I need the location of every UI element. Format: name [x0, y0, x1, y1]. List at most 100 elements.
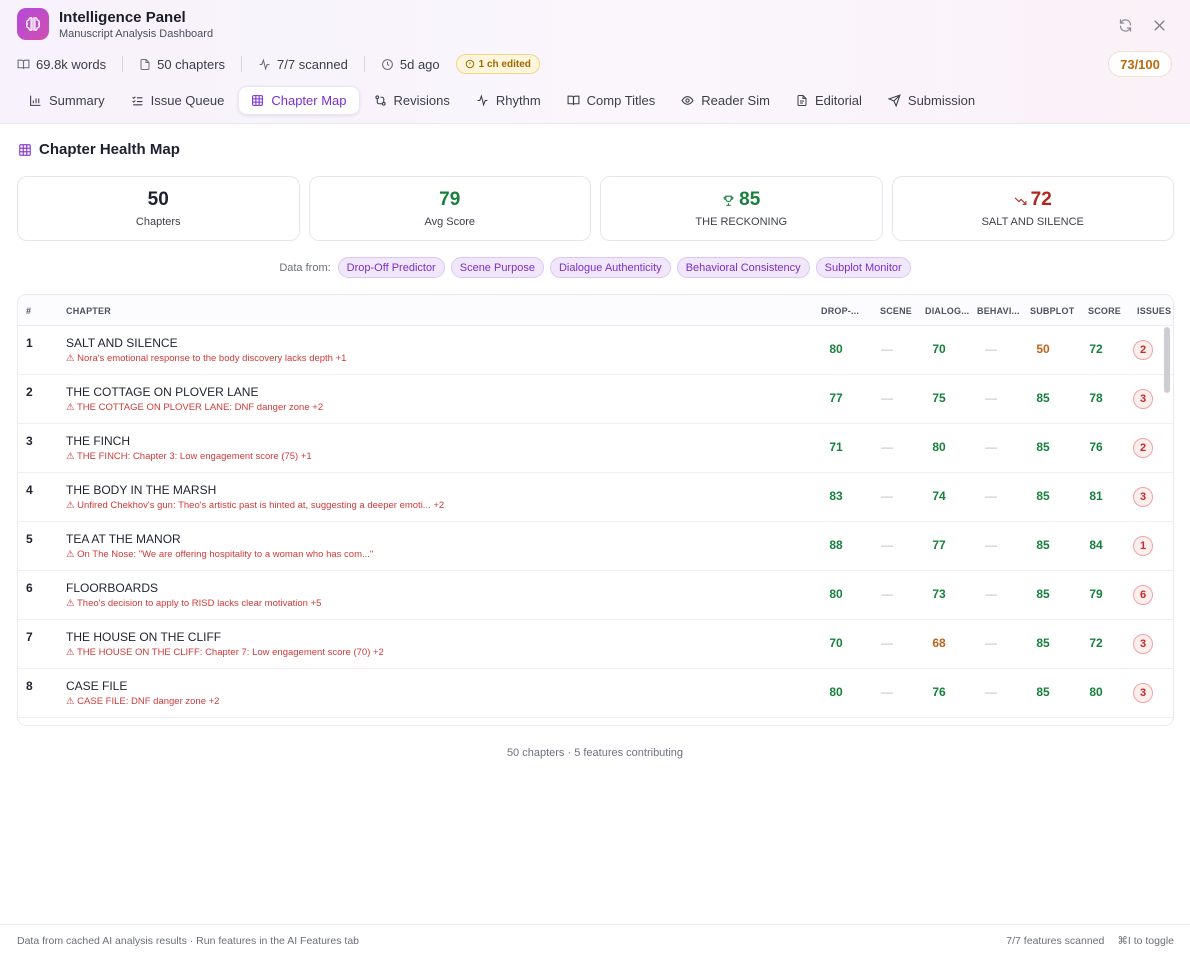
issue-count-badge[interactable]: 3: [1133, 487, 1153, 507]
section-title: Chapter Health Map: [18, 141, 180, 158]
pulse-icon: [259, 57, 270, 71]
source-chip[interactable]: Drop-Off Predictor: [337, 257, 445, 278]
header-behavior[interactable]: BEHAVI...: [977, 306, 1020, 316]
dialogue-score: 74: [932, 489, 946, 503]
score-score: 80: [1089, 685, 1103, 699]
tab-summary[interactable]: Summary: [17, 86, 117, 115]
table-row[interactable]: 5 TEA AT THE MANOR ⚠ On The Nose: "We are …: [18, 522, 1173, 571]
behavior-score: —: [985, 440, 997, 454]
issue-count-badge[interactable]: 2: [1133, 438, 1153, 458]
table-row[interactable]: 8 CASE FILE ⚠ CASE FILE: DNF danger zone +…: [18, 669, 1173, 718]
chapter-number: 8: [26, 679, 33, 693]
scene-score: —: [881, 636, 893, 650]
status-bar: Data from cached AI analysis results · R…: [0, 924, 1190, 956]
table-row[interactable]: 2 THE COTTAGE ON PLOVER LANE ⚠ THE COTTAGE…: [18, 375, 1173, 424]
dropoff-score: 77: [829, 391, 843, 405]
table-header: # CHAPTER DROP-... SCENE DIALOG... BEHAV…: [18, 295, 1173, 326]
tab-issue-queue[interactable]: Issue Queue: [119, 86, 237, 115]
source-chip[interactable]: Dialogue Authenticity: [549, 257, 671, 278]
behavior-score: —: [985, 685, 997, 699]
issue-count-badge[interactable]: 3: [1133, 389, 1153, 409]
tab-reader-sim[interactable]: Reader Sim: [669, 86, 782, 115]
stats-row: 69.8k words 50 chapters 7/7 scanned 5d a…: [17, 53, 540, 75]
card-avg-score: 79 Avg Score: [308, 176, 591, 241]
dialogue-score: 77: [932, 538, 946, 552]
issue-count-badge[interactable]: 2: [1133, 340, 1153, 360]
dropoff-score: 80: [829, 342, 843, 356]
trending-down-icon: [1014, 196, 1027, 205]
chapter-name: FLOORBOARDS: [66, 581, 159, 595]
issue-count-badge[interactable]: 6: [1133, 585, 1153, 605]
dialogue-score: 70: [932, 342, 946, 356]
file-icon: [140, 58, 150, 70]
chapter-number: 4: [26, 483, 33, 497]
subplot-score: 85: [1036, 440, 1050, 454]
dialogue-score: 68: [932, 636, 946, 650]
chapter-name: THE FINCH: [66, 434, 130, 448]
scene-score: —: [881, 538, 893, 552]
issue-count-badge[interactable]: 3: [1133, 634, 1153, 654]
subplot-score: 85: [1036, 685, 1050, 699]
subplot-score: 50: [1036, 342, 1050, 356]
source-chip[interactable]: Subplot Monitor: [815, 257, 911, 278]
header-subplot[interactable]: SUBPLOT: [1030, 306, 1074, 316]
dropoff-score: 80: [829, 587, 843, 601]
chapter-name: THE COTTAGE ON PLOVER LANE: [66, 385, 259, 399]
table-row[interactable]: 7 THE HOUSE ON THE CLIFF ⚠ THE HOUSE ON TH…: [18, 620, 1173, 669]
chapter-number: 3: [26, 434, 33, 448]
table-row[interactable]: 6 FLOORBOARDS ⚠ Theo's decision to apply t…: [18, 571, 1173, 620]
subplot-score: 85: [1036, 538, 1050, 552]
chapter-top-issue: ⚠ CASE FILE: DNF danger zone +2: [66, 696, 220, 707]
scene-score: —: [881, 489, 893, 503]
tab-comp-titles[interactable]: Comp Titles: [555, 86, 668, 115]
header-score[interactable]: SCORE: [1088, 306, 1121, 316]
tab-submission[interactable]: Submission: [876, 86, 987, 115]
header-dialogue[interactable]: DIALOG...: [925, 306, 969, 316]
chapter-name: TEA AT THE MANOR: [66, 532, 181, 546]
scene-score: —: [881, 440, 893, 454]
table-row[interactable]: 4 THE BODY IN THE MARSH ⚠ Unfired Chekhov'…: [18, 473, 1173, 522]
tab-revisions[interactable]: Revisions: [362, 86, 462, 115]
header-scene[interactable]: SCENE: [880, 306, 912, 316]
header-issues[interactable]: ISSUES: [1137, 306, 1171, 316]
close-icon[interactable]: [1150, 16, 1168, 34]
chapter-number: 1: [26, 336, 33, 350]
chapter-table: # CHAPTER DROP-... SCENE DIALOG... BEHAV…: [17, 294, 1174, 726]
chapter-top-issue: ⚠ THE HOUSE ON THE CLIFF: Chapter 7: Low…: [66, 647, 384, 658]
table-row[interactable]: 3 THE FINCH ⚠ THE FINCH: Chapter 3: Low en…: [18, 424, 1173, 473]
chapter-top-issue: ⚠ THE COTTAGE ON PLOVER LANE: DNF danger…: [66, 402, 324, 413]
status-bar-info: Data from cached AI analysis results · R…: [17, 935, 360, 947]
scan-status: 7/7 scanned: [258, 57, 348, 72]
behavior-score: —: [985, 342, 997, 356]
issue-count-badge[interactable]: 1: [1133, 536, 1153, 556]
summary-cards: 50 Chapters 79 Avg Score 85 THE RECKONIN…: [17, 176, 1174, 241]
tab-chapter-map[interactable]: Chapter Map: [238, 86, 360, 115]
chapter-top-issue: ⚠ Theo's decision to apply to RISD lacks…: [66, 598, 322, 609]
overall-score-badge: 73/100: [1108, 51, 1172, 77]
header-num: #: [26, 306, 32, 316]
chapter-number: 5: [26, 532, 33, 546]
dropoff-score: 80: [829, 685, 843, 699]
data-sources: Data from: Drop-Off Predictor Scene Purp…: [0, 257, 1190, 278]
dialogue-score: 76: [932, 685, 946, 699]
dropoff-score: 88: [829, 538, 843, 552]
source-chip[interactable]: Scene Purpose: [450, 257, 544, 278]
table-row[interactable]: 1 SALT AND SILENCE ⚠ Nora's emotional resp…: [18, 326, 1173, 375]
score-score: 76: [1089, 440, 1103, 454]
tab-rhythm[interactable]: Rhythm: [464, 86, 553, 115]
behavior-score: —: [985, 538, 997, 552]
app-subtitle: Manuscript Analysis Dashboard: [59, 28, 214, 40]
table-scrollbar[interactable]: [1164, 327, 1170, 393]
score-score: 72: [1089, 342, 1103, 356]
chapter-number: 7: [26, 630, 33, 644]
header-dropoff[interactable]: DROP-...: [821, 306, 859, 316]
table-body: 1 SALT AND SILENCE ⚠ Nora's emotional resp…: [18, 326, 1173, 718]
chapter-name: CASE FILE: [66, 679, 128, 693]
behavior-score: —: [985, 489, 997, 503]
issue-count-badge[interactable]: 3: [1133, 683, 1153, 703]
source-chip[interactable]: Behavioral Consistency: [676, 257, 810, 278]
tab-editorial[interactable]: Editorial: [784, 86, 874, 115]
refresh-icon[interactable]: [1116, 16, 1134, 34]
edited-badge: 1 ch edited: [455, 54, 540, 74]
dropoff-score: 70: [829, 636, 843, 650]
